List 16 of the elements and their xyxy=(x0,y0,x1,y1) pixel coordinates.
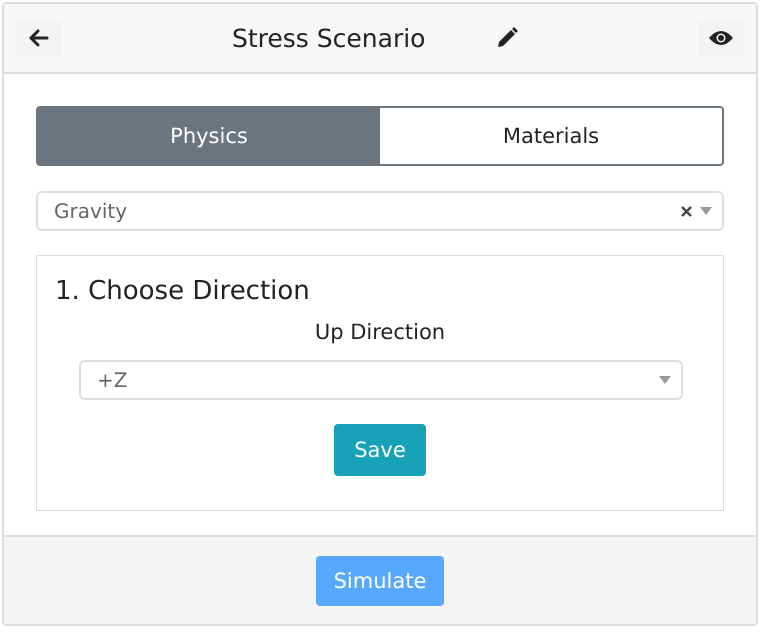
physics-select[interactable]: Gravity xyxy=(36,191,724,232)
window-title: Stress Scenario xyxy=(232,24,426,53)
back-arrow-icon xyxy=(29,29,49,48)
select-value: Gravity xyxy=(54,199,128,224)
eye-button[interactable] xyxy=(698,20,744,56)
back-button[interactable] xyxy=(16,20,62,56)
tab[interactable]: Physics xyxy=(38,108,380,164)
clear-icon[interactable] xyxy=(681,206,692,217)
dropdown-caret-icon xyxy=(659,376,671,384)
field-label: Up Direction xyxy=(314,320,446,344)
dropdown-caret-icon xyxy=(700,207,712,216)
direction-select[interactable]: +Z xyxy=(79,360,683,400)
select-value: +Z xyxy=(97,368,128,392)
step-title: 1. Choose Direction xyxy=(55,276,311,306)
save-button[interactable]: Save xyxy=(334,424,426,476)
eye-icon xyxy=(708,29,734,48)
